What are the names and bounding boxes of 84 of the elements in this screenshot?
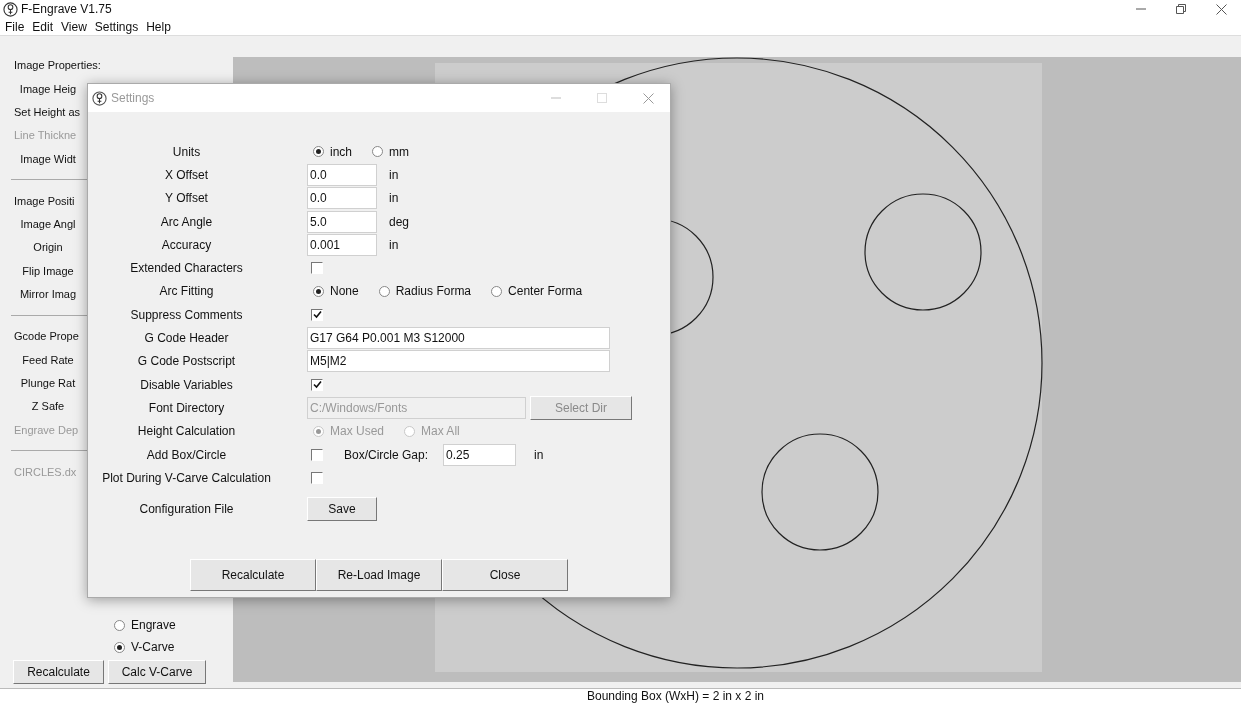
radio-label: None (330, 283, 359, 301)
setting-label: Extended Characters (129, 260, 244, 278)
input-field[interactable]: 0.25 (443, 443, 517, 466)
setting-label: X Offset (163, 166, 210, 184)
radio-label: mm (389, 143, 409, 161)
input-field[interactable]: 0.0 (307, 187, 377, 210)
action-button[interactable]: Calc V-Carve (108, 660, 206, 684)
app-logo-icon (92, 90, 107, 106)
dialog-button[interactable]: Close (442, 559, 568, 592)
radio-label: inch (330, 143, 352, 161)
unit-label: in (534, 446, 544, 464)
setting-label: Arc Fitting (158, 283, 215, 301)
panel-label: Engrave Dep (14, 422, 79, 438)
unit-label: in (389, 236, 399, 254)
panel-label: Image Heig (19, 81, 77, 97)
radio-label: Max All (421, 423, 460, 441)
input-field[interactable]: 5.0 (307, 210, 377, 233)
checkbox[interactable] (311, 378, 323, 391)
radio-label: V-Carve (131, 639, 175, 656)
action-button[interactable]: Recalculate (13, 660, 104, 684)
radio-button[interactable] (313, 146, 324, 158)
setting-label: G Code Header (143, 330, 230, 347)
restore-icon[interactable] (1176, 4, 1186, 14)
menu-item[interactable]: Edit (32, 17, 54, 36)
radio-label: Engrave (131, 617, 176, 634)
panel-label: Image Widt (20, 151, 76, 167)
setting-label: Units (171, 143, 202, 161)
setting-label: Plot During V-Carve Calculation (101, 469, 272, 487)
unit-label: in (389, 190, 399, 208)
gap-label: Box/Circle Gap: (344, 446, 429, 464)
radio-label: Center Forma (508, 283, 583, 301)
checkbox[interactable] (311, 262, 323, 275)
panel-label: Mirror Imag (19, 287, 77, 303)
radio-button[interactable] (491, 285, 503, 297)
radio-label: Max Used (330, 423, 385, 441)
radio-button[interactable] (114, 641, 125, 653)
input-field[interactable]: G17 G64 P0.001 M3 S12000 (307, 327, 610, 349)
app-logo-icon (3, 1, 18, 17)
panel-label: Image Properties: (14, 58, 101, 74)
setting-label: Arc Angle (159, 213, 214, 231)
radio-label: Radius Forma (395, 283, 472, 301)
menu-item[interactable]: Settings (94, 17, 139, 36)
setting-label: Accuracy (160, 236, 213, 254)
setting-label: Height Calculation (136, 423, 237, 441)
panel-label: CIRCLES.dx (14, 464, 77, 480)
window-title: F-Engrave V1.75 (21, 1, 112, 18)
checkbox[interactable] (311, 448, 323, 461)
close-icon[interactable] (1216, 3, 1227, 15)
panel-label: Line Thickne (14, 128, 77, 144)
checkbox[interactable] (311, 471, 323, 484)
status-text: Bounding Box (WxH) = 2 in x 2 in (585, 689, 765, 703)
setting-label: Y Offset (164, 190, 209, 208)
dialog-button[interactable]: Re-Load Image (316, 559, 442, 592)
dialog-button[interactable]: Recalculate (190, 559, 316, 592)
setting-label: G Code Postscript (136, 353, 237, 371)
panel-label: Flip Image (22, 263, 74, 279)
setting-label: Suppress Comments (129, 306, 244, 324)
input-field[interactable]: 0.001 (307, 233, 377, 256)
unit-label: in (389, 166, 399, 184)
panel-label: Plunge Rat (20, 375, 76, 391)
panel-label: Image Angl (20, 217, 76, 233)
panel-label: Gcode Prope (14, 329, 79, 345)
menu-item[interactable]: File (5, 17, 25, 36)
panel-label: Set Height as (14, 105, 81, 120)
dialog-title: Settings (111, 90, 155, 107)
checkbox[interactable] (311, 308, 323, 321)
radio-button[interactable] (114, 619, 125, 631)
panel-label: Origin (33, 240, 63, 256)
setting-label: Add Box/Circle (145, 446, 228, 464)
menu-item[interactable]: Help (146, 17, 171, 36)
radio-button[interactable] (313, 285, 324, 297)
unit-label: deg (389, 213, 410, 231)
menu-item[interactable]: View (61, 17, 87, 36)
panel-label: Z Safe (31, 399, 65, 415)
radio-button[interactable] (372, 146, 383, 158)
setting-label: Font Directory (147, 400, 226, 418)
panel-label: Image Positi (14, 193, 75, 209)
input-field[interactable]: 0.0 (307, 163, 377, 186)
save-button[interactable]: Save (307, 497, 377, 522)
setting-label: Disable Variables (139, 376, 234, 394)
panel-label: Feed Rate (22, 352, 74, 368)
input-field[interactable]: M5|M2 (307, 350, 610, 373)
radio-button[interactable] (378, 285, 390, 297)
setting-label: Configuration File (138, 501, 235, 519)
